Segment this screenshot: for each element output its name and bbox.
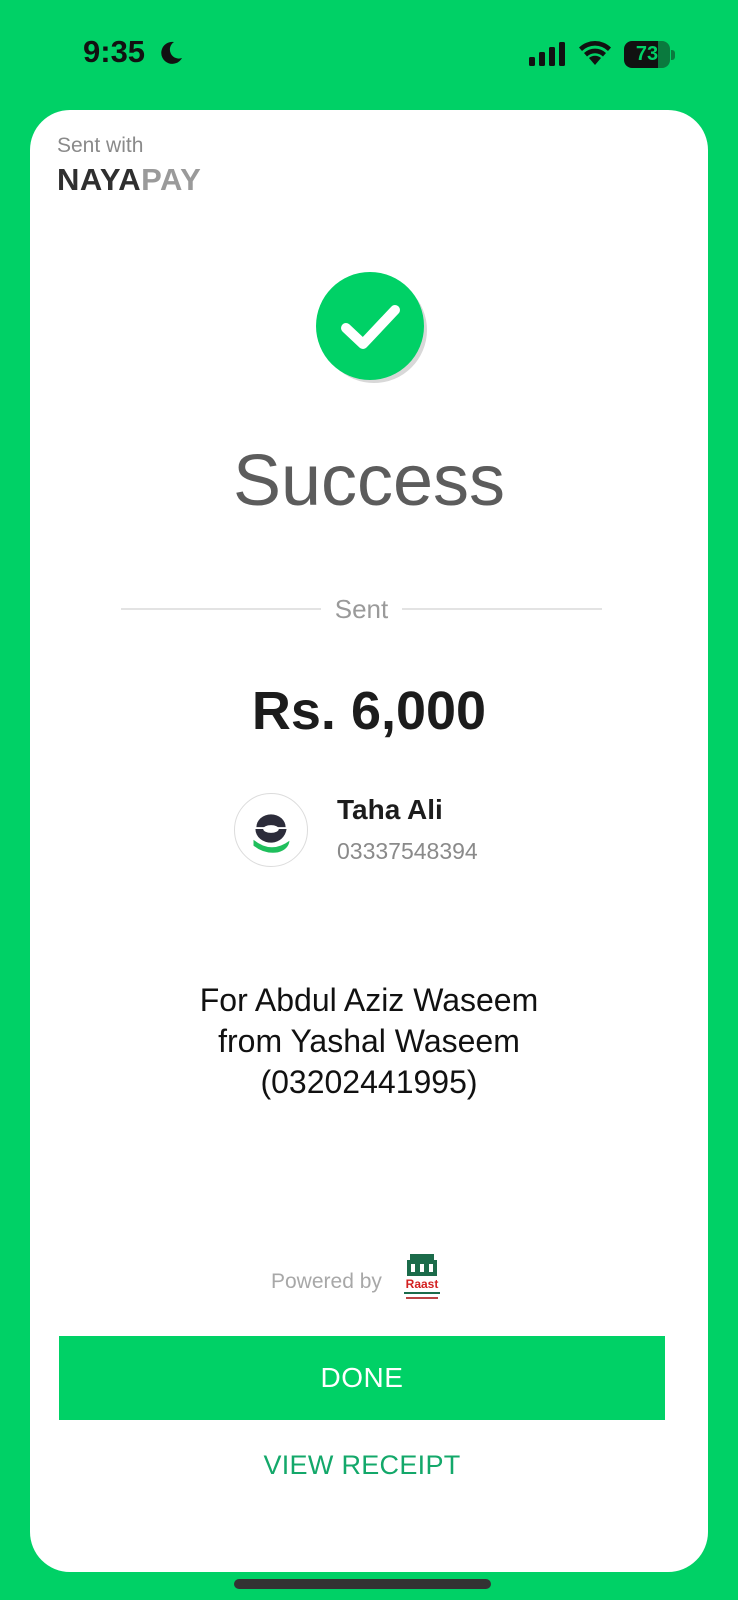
- success-card: Sent with NAYAPAY Success Sent Rs. 6,000…: [30, 110, 708, 1572]
- recipient-avatar: [234, 793, 308, 867]
- powered-by-label: Powered by: [271, 1270, 382, 1293]
- status-bar: 9:35 73: [0, 0, 738, 108]
- moon-icon: [161, 41, 182, 64]
- signal-icon: [529, 42, 565, 66]
- recipient-phone: 03337548394: [337, 838, 478, 864]
- note-line-1: For Abdul Aziz Waseem: [199, 982, 539, 1018]
- battery-icon: 73: [624, 41, 675, 68]
- payment-note: For Abdul Aziz Waseem from Yashal Waseem…: [30, 980, 708, 1103]
- divider-left: [121, 608, 321, 610]
- sent-label: Sent: [334, 594, 389, 624]
- raast-logo: Raast: [404, 1254, 440, 1299]
- wifi-icon: [579, 41, 611, 65]
- checkmark-circle-icon: [316, 272, 427, 383]
- status-time: 9:35: [83, 34, 146, 69]
- sent-with-label: Sent with: [57, 134, 144, 157]
- amount: Rs. 6,000: [251, 681, 487, 741]
- done-button[interactable]: DONE: [59, 1336, 665, 1420]
- raast-logo-text: Raast: [406, 1277, 439, 1291]
- view-receipt-button[interactable]: VIEW RECEIPT: [30, 1450, 694, 1481]
- nayapay-logo: NAYAPAY: [57, 162, 201, 198]
- recipient-name: Taha Ali: [337, 794, 443, 825]
- brand-name-dark: NAYA: [57, 162, 142, 197]
- success-title: Success: [232, 441, 506, 521]
- battery-percentage: 73: [635, 43, 659, 65]
- note-line-2: from Yashal Waseem: [218, 1023, 520, 1059]
- divider-right: [402, 608, 602, 610]
- brand-name-light: PAY: [141, 162, 202, 197]
- note-line-3: (03202441995): [260, 1064, 478, 1100]
- home-indicator[interactable]: [234, 1579, 491, 1589]
